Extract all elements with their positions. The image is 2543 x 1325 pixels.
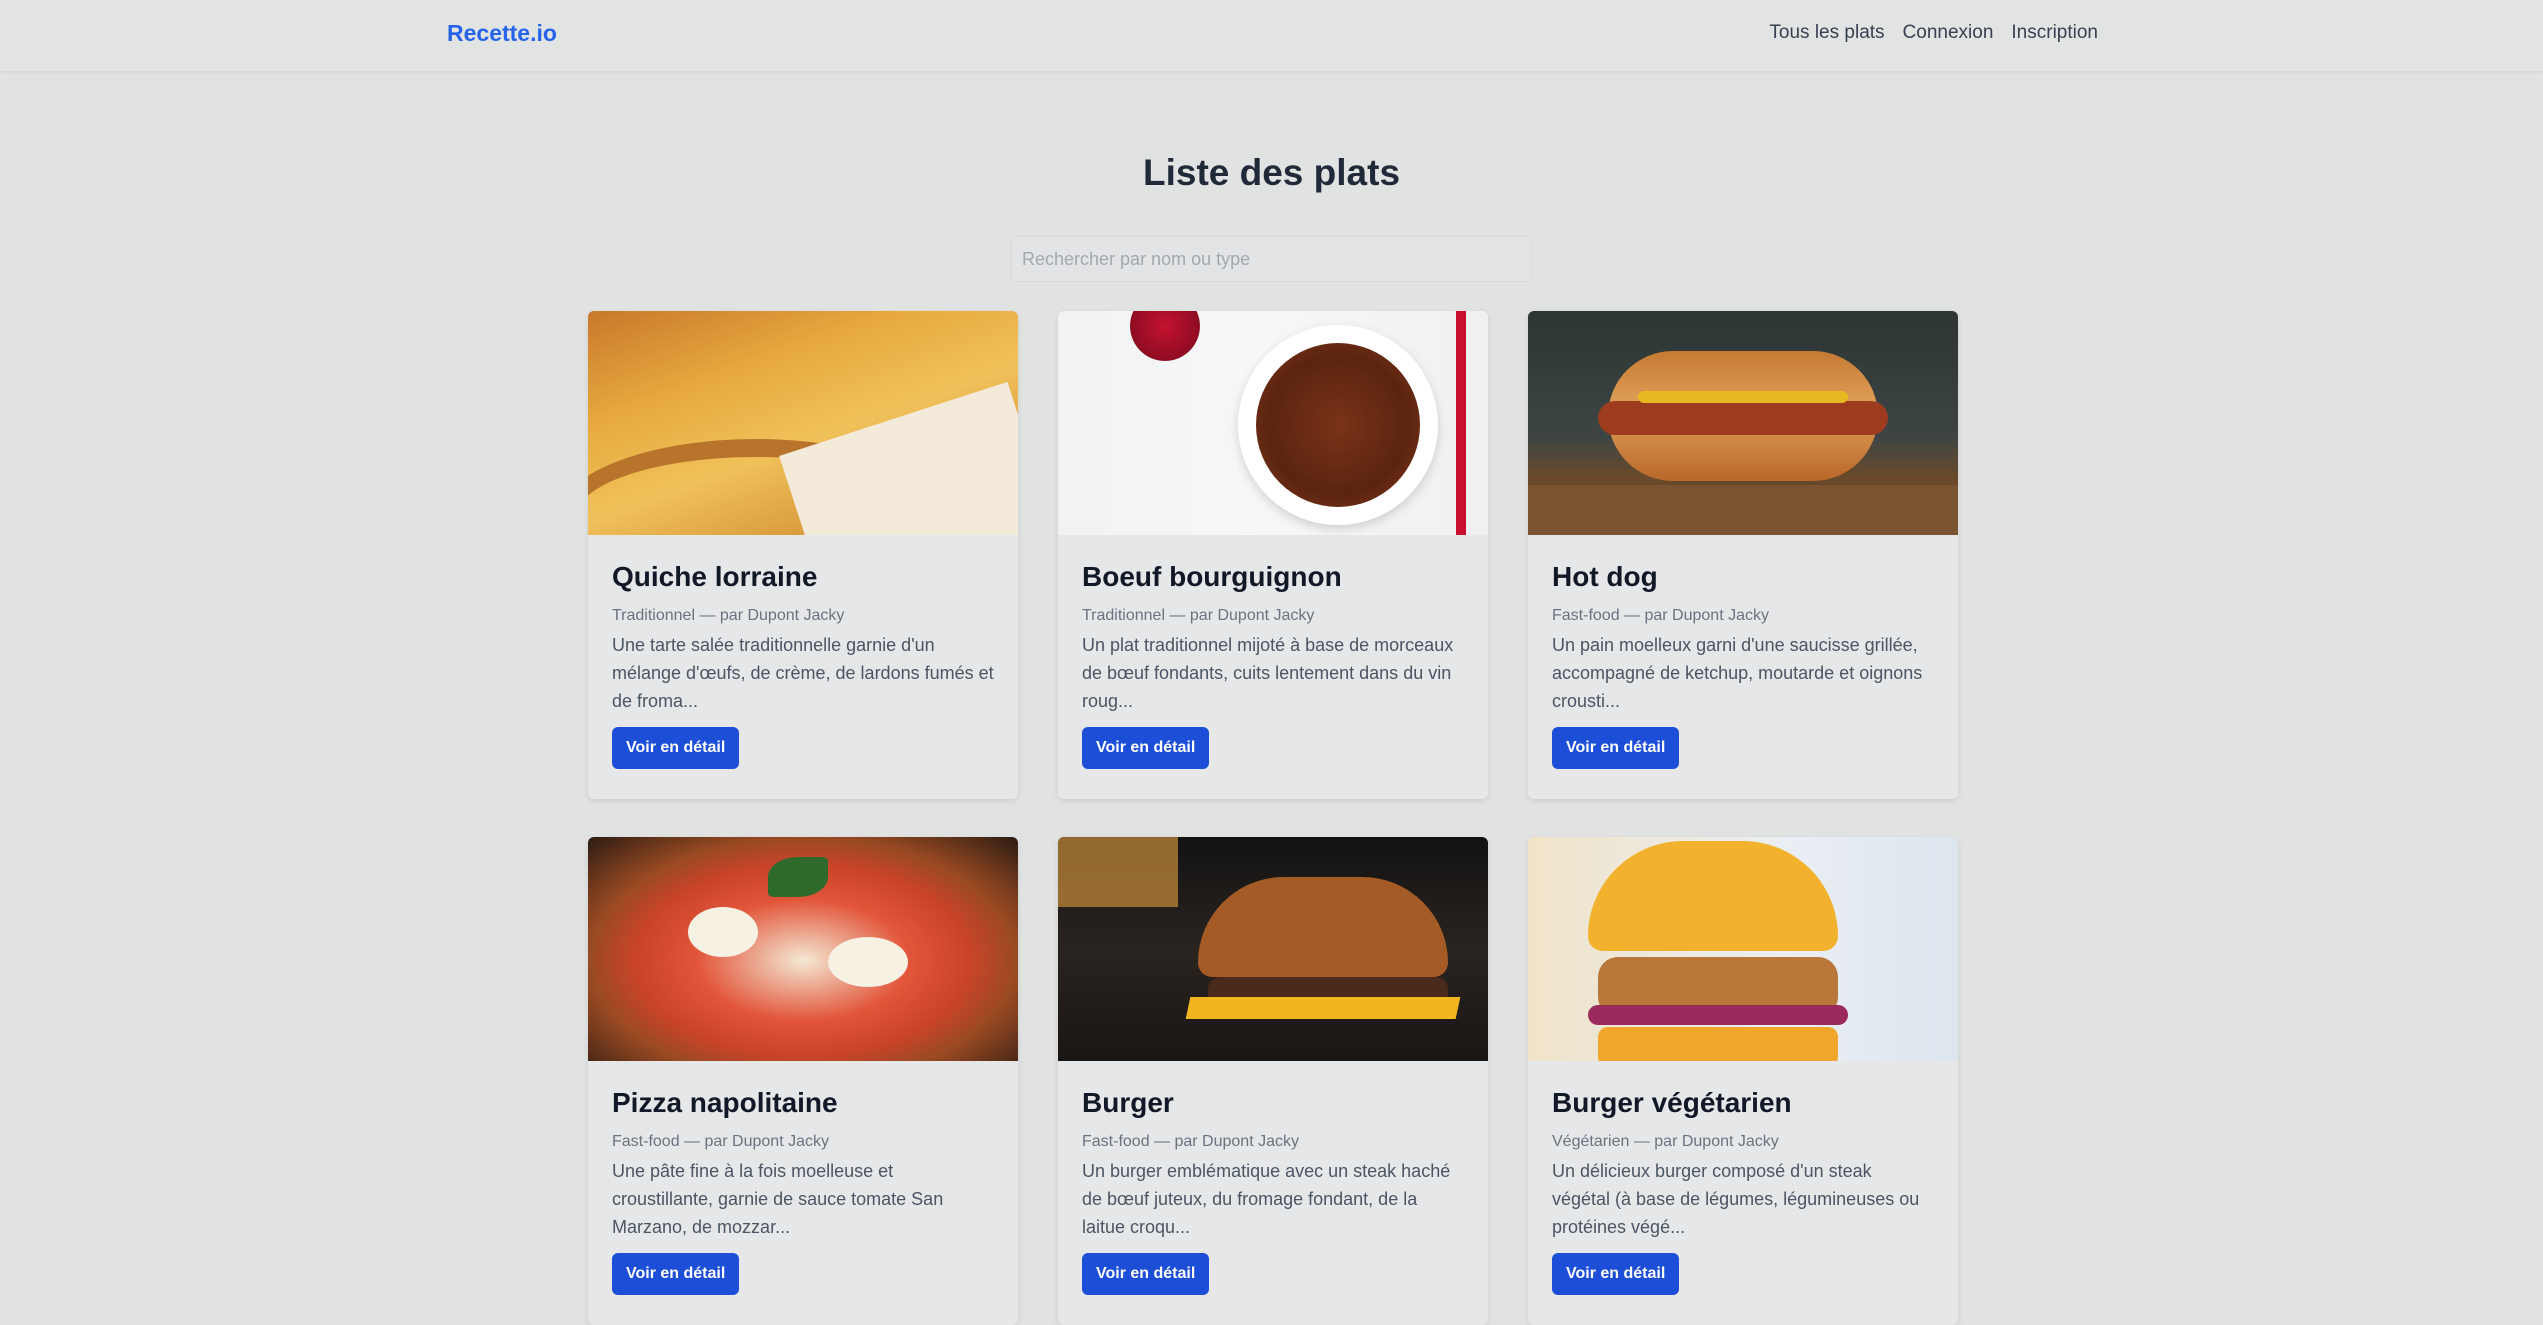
dish-title: Burger végétarien bbox=[1552, 1087, 1792, 1118]
dish-title: Boeuf bourguignon bbox=[1082, 561, 1342, 592]
nav-link-signup[interactable]: Inscription bbox=[2011, 22, 2098, 44]
search-input[interactable] bbox=[1011, 236, 1532, 282]
dish-meta: Traditionnel — par Dupont Jacky bbox=[612, 607, 845, 624]
view-detail-button[interactable]: Voir en détail bbox=[1552, 727, 1680, 769]
view-detail-button[interactable]: Voir en détail bbox=[1552, 1253, 1680, 1295]
nav-link-all-dishes[interactable]: Tous les plats bbox=[1769, 22, 1884, 44]
dish-card: Burger végétarien Végétarien — par Dupon… bbox=[1528, 837, 1958, 1325]
dish-grid: Quiche lorraine Traditionnel — par Dupon… bbox=[588, 311, 1958, 1325]
brand-logo-link[interactable]: Recette.io bbox=[447, 20, 557, 47]
dish-meta: Traditionnel — par Dupont Jacky bbox=[1082, 607, 1315, 624]
dish-title: Quiche lorraine bbox=[612, 561, 818, 592]
page-title: Liste des plats bbox=[1142, 152, 1401, 193]
dish-meta: Fast-food — par Dupont Jacky bbox=[1082, 1133, 1299, 1150]
view-detail-button[interactable]: Voir en détail bbox=[612, 727, 740, 769]
dish-meta: Végétarien — par Dupont Jacky bbox=[1552, 1133, 1779, 1150]
dish-card: Quiche lorraine Traditionnel — par Dupon… bbox=[588, 311, 1018, 799]
nav-link-login[interactable]: Connexion bbox=[1903, 22, 1994, 44]
view-detail-button[interactable]: Voir en détail bbox=[1082, 1253, 1210, 1295]
dish-description: Un délicieux burger composé d'un steak v… bbox=[1552, 1161, 1920, 1237]
top-navbar: Recette.io Tous les plats Connexion Insc… bbox=[0, 0, 2543, 71]
dish-meta: Fast-food — par Dupont Jacky bbox=[612, 1133, 829, 1150]
dish-image bbox=[1528, 837, 1958, 1061]
dish-description: Une tarte salée traditionnelle garnie d'… bbox=[612, 635, 994, 711]
nav-links: Tous les plats Connexion Inscription bbox=[1769, 22, 2098, 44]
dish-image bbox=[588, 311, 1018, 535]
dish-card: Hot dog Fast-food — par Dupont Jacky Un … bbox=[1528, 311, 1958, 799]
dish-image bbox=[1528, 311, 1958, 535]
dish-description: Un plat traditionnel mijoté à base de mo… bbox=[1082, 635, 1454, 711]
view-detail-button[interactable]: Voir en détail bbox=[1082, 727, 1210, 769]
dish-card: Pizza napolitaine Fast-food — par Dupont… bbox=[588, 837, 1018, 1325]
view-detail-button[interactable]: Voir en détail bbox=[612, 1253, 740, 1295]
dish-description: Un burger emblématique avec un steak hac… bbox=[1082, 1161, 1451, 1237]
dish-description: Un pain moelleux garni d'une saucisse gr… bbox=[1552, 635, 1923, 711]
dish-card: Boeuf bourguignon Traditionnel — par Dup… bbox=[1058, 311, 1488, 799]
dish-image bbox=[1058, 837, 1488, 1061]
dish-card: Burger Fast-food — par Dupont Jacky Un b… bbox=[1058, 837, 1488, 1325]
dish-description: Une pâte fine à la fois moelleuse et cro… bbox=[612, 1161, 944, 1237]
dish-title: Hot dog bbox=[1552, 561, 1658, 592]
dish-image bbox=[1058, 311, 1488, 535]
dish-title: Burger bbox=[1082, 1087, 1174, 1118]
dish-title: Pizza napolitaine bbox=[612, 1087, 838, 1118]
dish-meta: Fast-food — par Dupont Jacky bbox=[1552, 607, 1769, 624]
dish-image bbox=[588, 837, 1018, 1061]
